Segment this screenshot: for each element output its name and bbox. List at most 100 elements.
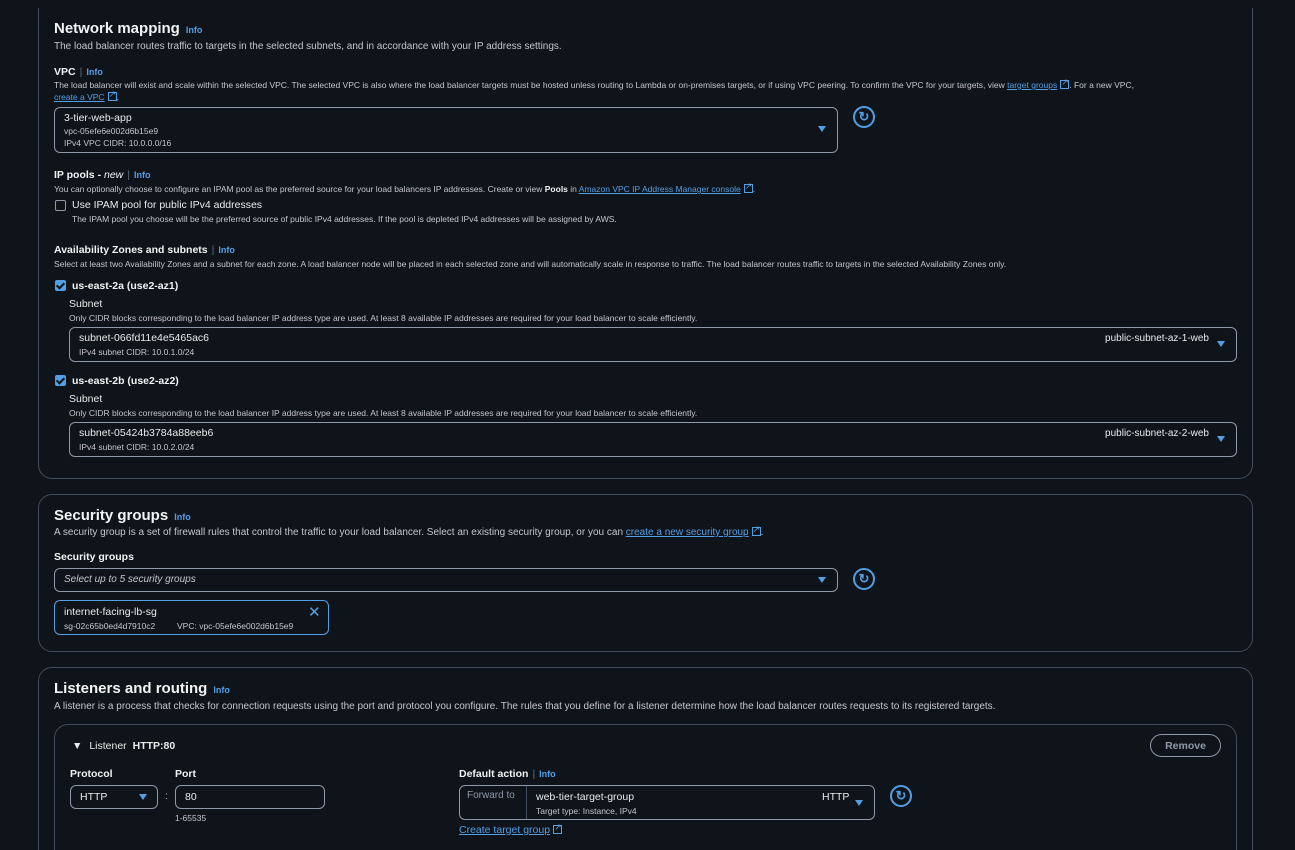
default-action-label-row: Default action | Info	[459, 768, 556, 780]
token-id: sg-02c65b0ed4d7910c2	[64, 621, 156, 631]
listeners-heading: Listeners and routing	[54, 680, 208, 697]
chevron-down-icon	[1217, 436, 1225, 442]
external-link-icon	[743, 181, 753, 193]
network-mapping-title: Network mapping Info	[54, 20, 202, 37]
az-description: Select at least two Availability Zones a…	[54, 259, 1007, 269]
forward-to-text: Forward to	[467, 790, 515, 801]
security-groups-title: Security groups Info	[54, 507, 191, 524]
az-1-subnet-name: public-subnet-az-1-web	[1105, 333, 1209, 344]
port-input[interactable]: 80	[175, 785, 325, 809]
az-2-subnet-select[interactable]: subnet-05424b3784a88eeb6 IPv4 subnet CID…	[69, 422, 1237, 457]
listener-header[interactable]: ▼ Listener HTTP:80	[72, 740, 175, 752]
security-groups-heading: Security groups	[54, 507, 169, 524]
az-2-name[interactable]: us-east-2b (use2-az2)	[72, 375, 179, 387]
close-icon[interactable]: ✕	[308, 603, 321, 621]
security-desc-a: A security group is a set of firewall ru…	[54, 527, 623, 538]
az-1-subnet-id: subnet-066fd11e4e5465ac6	[79, 332, 210, 344]
token-name: internet-facing-lb-sg	[64, 606, 157, 618]
target-group-type: Target type: Instance, IPv4	[536, 806, 637, 816]
port-hint: 1-65535	[175, 813, 207, 823]
default-action-select[interactable]: Forward to web-tier-target-group Target …	[459, 785, 875, 820]
external-link-icon	[553, 822, 563, 834]
vpc-label: VPC	[54, 66, 76, 78]
security-refresh-icon[interactable]: ↻	[853, 568, 875, 590]
az-1-name[interactable]: us-east-2a (use2-az1)	[72, 280, 178, 292]
security-group-token: internet-facing-lb-sg sg-02c65b0ed4d7910…	[54, 600, 329, 635]
protocol-port-separator: :	[165, 791, 168, 802]
listeners-info-link[interactable]: Info	[213, 685, 230, 695]
protocol-label: Protocol	[70, 768, 113, 780]
az-2-subnet-cidr: IPv4 subnet CIDR: 10.0.2.0/24	[79, 442, 195, 452]
az-1-checkbox[interactable]	[55, 280, 66, 291]
target-group-refresh-icon[interactable]: ↻	[890, 785, 912, 807]
vpc-label-row: VPC | Info	[54, 66, 103, 78]
chevron-down-icon	[818, 126, 826, 132]
network-mapping-heading: Network mapping	[54, 20, 180, 37]
remove-button[interactable]: Remove	[1150, 734, 1221, 757]
security-groups-placeholder: Select up to 5 security groups	[64, 574, 196, 585]
vpc-desc-text-b: . For a new VPC,	[1069, 80, 1134, 90]
target-group-name: web-tier-target-group	[536, 791, 635, 803]
security-groups-description: A security group is a set of firewall ru…	[54, 524, 764, 538]
protocol-value: HTTP	[80, 791, 108, 803]
vpc-refresh-icon[interactable]: ↻	[853, 106, 875, 128]
vpc-cidr: IPv4 VPC CIDR: 10.0.0.0/16	[64, 138, 172, 148]
token-vpc: VPC: vpc-05efe6e002d6b15e9	[177, 621, 294, 631]
az-2-subnet-id: subnet-05424b3784a88eeb6	[79, 427, 214, 439]
listener-value: HTTP:80	[132, 740, 176, 752]
vpc-id: vpc-05efe6e002d6b15e9	[64, 126, 159, 136]
listeners-description: A listener is a process that checks for …	[54, 701, 996, 712]
ip-pools-label: IP pools -	[54, 169, 104, 181]
security-info-link[interactable]: Info	[174, 512, 191, 522]
create-vpc-link[interactable]: create a VPC	[54, 92, 105, 102]
create-security-group-link[interactable]: create a new security group	[626, 527, 749, 538]
vpc-description: The load balancer will exist and scale w…	[54, 77, 1134, 90]
default-action-label: Default action	[459, 768, 529, 780]
port-value: 80	[185, 791, 197, 803]
target-group-protocol: HTTP	[822, 791, 850, 803]
az-label: Availability Zones and subnets	[54, 244, 208, 256]
az-2-checkbox[interactable]	[55, 375, 66, 386]
ipam-pool-checkbox-label[interactable]: Use IPAM pool for public IPv4 addresses	[72, 199, 262, 211]
ipam-pool-checkbox-desc: The IPAM pool you choose will be the pre…	[72, 214, 617, 224]
ip-pools-info-link[interactable]: Info	[134, 170, 151, 180]
listeners-title: Listeners and routing Info	[54, 680, 230, 697]
ipam-console-link[interactable]: Amazon VPC IP Address Manager console	[579, 184, 741, 194]
az-2-subnet-label: Subnet	[69, 393, 103, 405]
ip-pools-new-tag: new	[103, 169, 124, 181]
vpc-info-link[interactable]: Info	[86, 67, 103, 77]
protocol-select[interactable]: HTTP	[70, 785, 158, 809]
external-link-icon	[751, 524, 761, 536]
create-target-group-link[interactable]: Create target group	[459, 824, 550, 836]
ip-pools-label-row: IP pools - new | Info	[54, 169, 151, 181]
az-info-link[interactable]: Info	[218, 245, 235, 255]
security-groups-select[interactable]: Select up to 5 security groups	[54, 568, 838, 592]
az-1-subnet-cidr: IPv4 subnet CIDR: 10.0.1.0/24	[79, 347, 195, 357]
vpc-select[interactable]: 3-tier-web-app vpc-05efe6e002d6b15e9 IPv…	[54, 107, 838, 153]
caret-down-icon: ▼	[72, 740, 83, 752]
az-1-subnet-desc: Only CIDR blocks corresponding to the lo…	[69, 313, 698, 323]
ipam-desc-b: in	[567, 184, 579, 194]
ipam-pool-checkbox[interactable]	[55, 200, 66, 211]
create-target-group-row: Create target group	[459, 822, 563, 836]
network-description: The load balancer routes traffic to targ…	[54, 41, 562, 52]
listener-label: Listener	[89, 740, 127, 752]
security-groups-field-label: Security groups	[54, 551, 134, 563]
az-2-subnet-name: public-subnet-az-2-web	[1105, 428, 1209, 439]
ipam-desc-c: .	[752, 184, 756, 194]
chevron-down-icon	[818, 577, 826, 583]
ip-pools-description: You can optionally choose to configure a…	[54, 181, 756, 194]
default-action-info-link[interactable]: Info	[539, 769, 556, 779]
az-1-subnet-label: Subnet	[69, 298, 103, 310]
network-info-link[interactable]: Info	[186, 25, 203, 35]
az-1-subnet-select[interactable]: subnet-066fd11e4e5465ac6 IPv4 subnet CID…	[69, 327, 1237, 362]
target-groups-link[interactable]: target groups	[1007, 80, 1057, 90]
port-label: Port	[175, 768, 196, 780]
security-desc-b: .	[760, 527, 764, 538]
ipam-desc-a: You can optionally choose to configure a…	[54, 184, 545, 194]
external-link-icon	[107, 89, 117, 101]
chevron-down-icon	[855, 800, 863, 806]
chevron-down-icon	[139, 794, 147, 800]
external-link-icon	[1060, 77, 1070, 89]
vpc-name: 3-tier-web-app	[64, 112, 132, 124]
